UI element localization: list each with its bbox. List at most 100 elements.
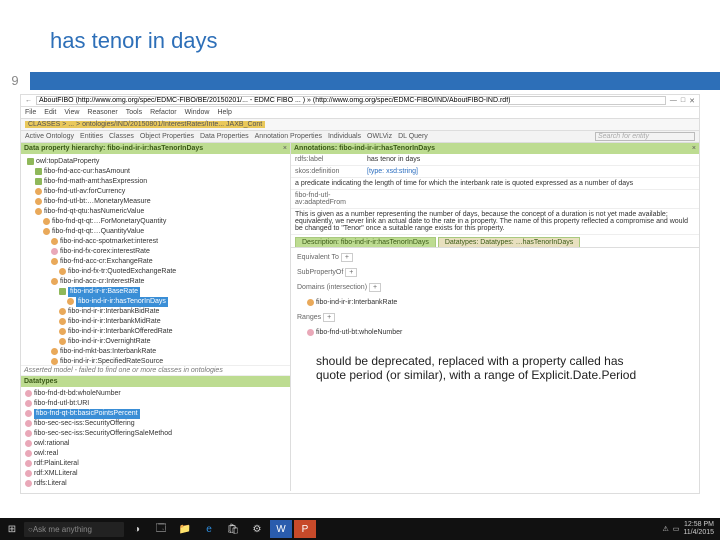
taskbar-icon[interactable]: 🛍 xyxy=(222,520,244,538)
sub-of-label: SubPropertyOf xyxy=(297,269,343,276)
tree-item[interactable]: fibo-fnd-utl-av:forCurrency xyxy=(23,187,288,197)
panel-close-icon[interactable]: × xyxy=(692,143,696,154)
taskbar-icon[interactable]: 🗔 xyxy=(150,520,172,538)
tree-item[interactable]: fibo-ind-ir-ir:OvernightRate xyxy=(23,337,288,347)
class-icon xyxy=(59,268,66,275)
menu-window[interactable]: Window xyxy=(185,109,210,116)
annotations-header-text: Annotations: fibo-ind-ir-ir:hasTenorInDa… xyxy=(294,143,435,154)
datatype-item[interactable]: fibo-sec-sec-iss:SecurityOffering xyxy=(25,419,286,429)
ranges-value[interactable]: fibo-fnd-utl-bt:wholeNumber xyxy=(316,329,402,336)
tree-item[interactable]: fibo-ind-fx-corex:interestRate xyxy=(23,247,288,257)
datatypes-header: Datatypes xyxy=(21,376,290,387)
datatype-item[interactable]: owl:real xyxy=(25,449,286,459)
taskbar-icon[interactable]: W xyxy=(270,520,292,538)
tab-individuals[interactable]: Individuals xyxy=(328,133,361,140)
tree-header-text: Data property hierarchy: fibo-ind-ir-ir:… xyxy=(24,143,203,154)
tree-item[interactable]: fibo-ind-acc-spotmarket:interest xyxy=(23,237,288,247)
menu-help[interactable]: Help xyxy=(217,109,231,116)
tree-item[interactable]: fibo-fnd-acc-cur:hasAmount xyxy=(23,167,288,177)
tray-wifi-icon[interactable]: ⚠ xyxy=(662,525,668,533)
menu-view[interactable]: View xyxy=(64,109,79,116)
property-icon xyxy=(27,158,34,165)
class-icon xyxy=(67,298,74,305)
datatypes-list[interactable]: fibo-fnd-dt-bd:wholeNumberfibo-fnd-utl-b… xyxy=(21,387,290,491)
taskbar-icon[interactable]: P xyxy=(294,520,316,538)
datatype-item[interactable]: rdfs:Literal xyxy=(25,479,286,489)
address-bar: ← — □ ✕ xyxy=(21,95,699,107)
tree-item[interactable]: fibo-fnd-qt-qtu:hasNumericValue xyxy=(23,207,288,217)
taskbar-icon[interactable]: 📁 xyxy=(174,520,196,538)
slide-number: 9 xyxy=(0,72,30,90)
application-window: ← — □ ✕ File Edit View Reasoner Tools Re… xyxy=(20,94,700,494)
tab-entities[interactable]: Entities xyxy=(80,133,103,140)
tree-item[interactable]: fibo-ind-mkt-bas:InterbankRate xyxy=(23,347,288,357)
tree-item[interactable]: fibo-fnd-qt-qt:…QuantityValue xyxy=(23,227,288,237)
class-icon xyxy=(35,188,42,195)
tab-toolbar: Active Ontology Entities Classes Object … xyxy=(21,131,699,143)
tab-annotation-properties[interactable]: Annotation Properties xyxy=(255,133,322,140)
equiv-to-label: Equivalent To xyxy=(297,254,339,261)
tree-footer-hint: Asserted model - failed to find one or m… xyxy=(21,365,290,376)
menu-tools[interactable]: Tools xyxy=(126,109,142,116)
datatype-icon xyxy=(25,390,32,397)
anno-val-rdfslabel: has tenor in days xyxy=(367,156,420,163)
window-close-icon[interactable]: ✕ xyxy=(689,97,695,105)
property-tree[interactable]: owl:topDataPropertyfibo-fnd-acc-cur:hasA… xyxy=(21,154,290,365)
tab-dl-query[interactable]: DL Query xyxy=(398,133,428,140)
tree-item[interactable]: fibo-fnd-acc-cr:ExchangeRate xyxy=(23,257,288,267)
menu-refactor[interactable]: Refactor xyxy=(150,109,176,116)
datatype-item[interactable]: rdf:XMLLiteral xyxy=(25,469,286,479)
datatype-item[interactable]: owl:rational xyxy=(25,439,286,449)
right-panel: Annotations: fibo-ind-ir-ir:hasTenorInDa… xyxy=(291,143,699,491)
property-icon xyxy=(59,288,66,295)
system-tray[interactable]: ⚠ ▭ 12:58 PM 11/4/2015 xyxy=(662,521,718,537)
datatype-item[interactable]: rdf:PlainLiteral xyxy=(25,459,286,469)
taskbar-icon[interactable]: ◑ xyxy=(126,520,148,538)
taskbar-icon[interactable]: e xyxy=(198,520,220,538)
datatype-item[interactable]: fibo-fnd-dt-bd:wholeNumber xyxy=(25,389,286,399)
taskbar-search[interactable]: ○ Ask me anything xyxy=(24,522,124,537)
start-icon[interactable]: ⊞ xyxy=(2,520,22,538)
tree-item[interactable]: fibo-ind-ir-ir:InterbankMidRate xyxy=(23,317,288,327)
tree-item[interactable]: fibo-ind-ir-ir:BaseRate xyxy=(23,287,288,297)
tree-item[interactable]: owl:topDataProperty xyxy=(23,157,288,167)
class-icon xyxy=(59,308,66,315)
tree-item[interactable]: fibo-fnd-math-amt:hasExpression xyxy=(23,177,288,187)
tray-clock[interactable]: 12:58 PM 11/4/2015 xyxy=(683,521,714,537)
tray-battery-icon[interactable]: ▭ xyxy=(673,525,680,533)
taskbar-icon[interactable]: ⚙ xyxy=(246,520,268,538)
tree-item[interactable]: fibo-ind-ir-ir:hasTenorInDays xyxy=(23,297,288,307)
tree-item[interactable]: fibo-ind-fx-tr:QuotedExchangeRate xyxy=(23,267,288,277)
domains-value[interactable]: fibo-ind-ir-ir:InterbankRate xyxy=(316,299,397,306)
tree-item[interactable]: fibo-ind-ir-ir:InterbankOfferedRate xyxy=(23,327,288,337)
tree-item[interactable]: fibo-ind-ir-ir:SpecifiedRateSource xyxy=(23,357,288,365)
menu-reasoner[interactable]: Reasoner xyxy=(87,109,117,116)
menu-edit[interactable]: Edit xyxy=(44,109,56,116)
tree-item[interactable]: fibo-fnd-utl-bt:…MonetaryMeasure xyxy=(23,197,288,207)
datatype-icon xyxy=(25,430,32,437)
datatype-item[interactable]: fibo-fnd-utl-bt:URI xyxy=(25,399,286,409)
taskbar: ⊞ ○ Ask me anything ◑ 🗔 📁 e 🛍 ⚙ W P ⚠ ▭ … xyxy=(0,518,720,540)
datatype-icon xyxy=(25,480,32,487)
menu-file[interactable]: File xyxy=(25,109,36,116)
tab-data-properties[interactable]: Data Properties xyxy=(200,133,249,140)
tab-description[interactable]: Description: fibo-ind-ir-ir:hasTenorInDa… xyxy=(295,237,436,247)
tab-datatypes[interactable]: Datatypes: Datatypes: …hasTenorInDays xyxy=(438,237,580,247)
tab-owlviz[interactable]: OWLViz xyxy=(367,133,392,140)
window-max-icon[interactable]: □ xyxy=(681,97,685,104)
tab-object-properties[interactable]: Object Properties xyxy=(140,133,194,140)
search-input[interactable]: Search for entity xyxy=(595,132,695,141)
tab-active-ontology[interactable]: Active Ontology xyxy=(25,133,74,140)
anno-label-rdfslabel: rdfs:label xyxy=(295,156,359,163)
tab-classes[interactable]: Classes xyxy=(109,133,134,140)
window-min-icon[interactable]: — xyxy=(670,97,677,104)
tree-item[interactable]: fibo-fnd-qt-qt:…ForMonetaryQuantity xyxy=(23,217,288,227)
panel-close-icon[interactable]: × xyxy=(283,143,287,154)
tree-item[interactable]: fibo-ind-ir-ir:InterbankBidRate xyxy=(23,307,288,317)
datatype-icon xyxy=(25,400,32,407)
address-input[interactable] xyxy=(36,96,666,105)
datatype-item[interactable]: fibo-fnd-qt-bt:basicPointsPercent xyxy=(25,409,286,419)
back-icon[interactable]: ← xyxy=(25,97,32,104)
tree-item[interactable]: fibo-ind-acc-cr:InterestRate xyxy=(23,277,288,287)
datatype-item[interactable]: fibo-sec-sec-iss:SecurityOfferingSaleMet… xyxy=(25,429,286,439)
